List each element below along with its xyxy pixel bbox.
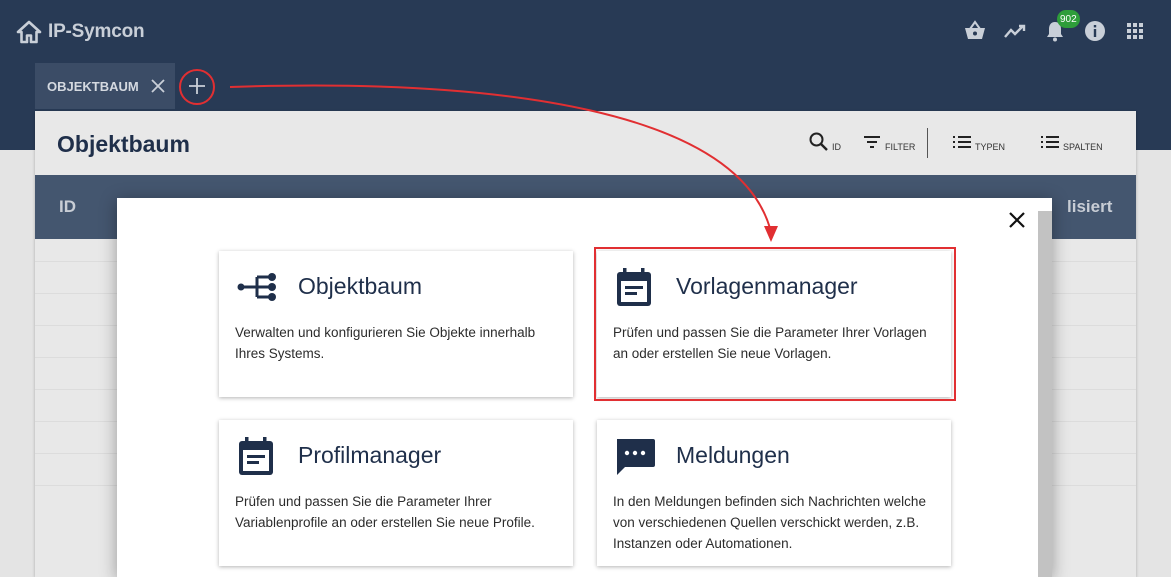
- filter-button[interactable]: FILTER: [861, 131, 915, 153]
- close-icon[interactable]: [1006, 209, 1028, 231]
- tool-label: TYPEN: [975, 142, 1006, 152]
- info-icon[interactable]: [1080, 16, 1110, 46]
- close-icon[interactable]: [149, 77, 167, 95]
- tree-icon: [237, 273, 276, 301]
- card-title: Meldungen: [676, 442, 790, 468]
- add-tab-button[interactable]: [185, 74, 209, 98]
- basket-icon[interactable]: [960, 16, 990, 46]
- column-header-id[interactable]: ID: [59, 197, 76, 217]
- card-objektbaum[interactable]: Objektbaum Verwalten und konfigurieren S…: [219, 251, 573, 397]
- card-description: In den Meldungen befinden sich Nachricht…: [613, 494, 926, 551]
- toolbar-divider: [927, 128, 928, 158]
- notification-badge: 902: [1057, 10, 1080, 28]
- page-title: Objektbaum: [57, 131, 190, 157]
- card-meldungen[interactable]: Meldungen In den Meldungen befinden sich…: [597, 420, 951, 566]
- card-title: Profilmanager: [298, 442, 442, 468]
- apps-grid-icon[interactable]: [1120, 16, 1150, 46]
- scrollbar[interactable]: [1038, 211, 1052, 577]
- home-icon: [16, 20, 42, 44]
- search-icon: [809, 132, 828, 151]
- filter-icon: [864, 136, 880, 148]
- app-title: IP-Symcon: [48, 21, 145, 42]
- tool-label: ID: [832, 142, 841, 152]
- tab-label: OBJEKTBAUM: [47, 78, 139, 94]
- types-button[interactable]: TYPEN: [951, 131, 1005, 153]
- card-title: Objektbaum: [298, 273, 423, 299]
- calendar-icon: [239, 437, 273, 475]
- card-profilmanager[interactable]: Profilmanager Prüfen und passen Sie die …: [219, 420, 573, 566]
- message-icon: [617, 439, 655, 475]
- list-icon: [1041, 136, 1059, 148]
- trend-icon[interactable]: [1000, 16, 1030, 46]
- card-description: Verwalten und konfigurieren Sie Objekte …: [235, 325, 536, 361]
- tool-label: SPALTEN: [1063, 142, 1103, 152]
- column-header-updated[interactable]: lisiert: [1067, 197, 1112, 217]
- columns-button[interactable]: SPALTEN: [1039, 131, 1103, 153]
- search-id-button[interactable]: ID: [808, 131, 841, 153]
- list-icon: [953, 136, 971, 148]
- tool-label: FILTER: [885, 142, 916, 152]
- tab-objektbaum[interactable]: OBJEKTBAUM: [35, 63, 175, 109]
- highlight-box: [594, 247, 956, 401]
- brand[interactable]: IP-Symcon: [16, 18, 145, 46]
- card-description: Prüfen und passen Sie die Parameter Ihre…: [235, 494, 535, 530]
